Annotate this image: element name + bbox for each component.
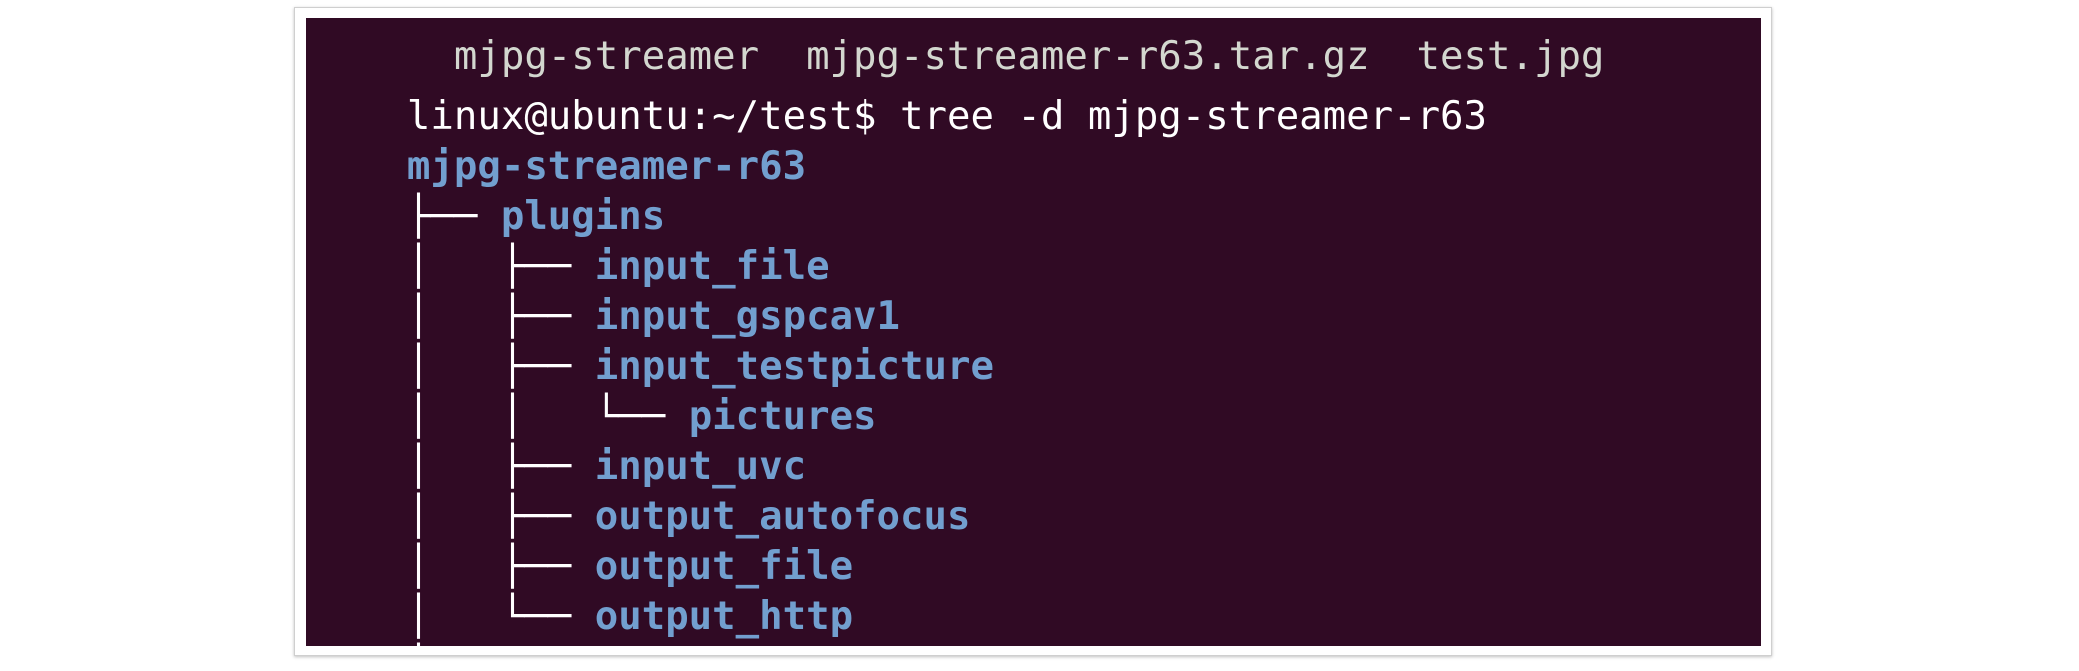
tree-row: └── www xyxy=(313,592,571,646)
previous-output-line: mjpg-streamer mjpg-streamer-r63.tar.gz t… xyxy=(406,34,1605,79)
tree-branch: └── xyxy=(407,644,501,646)
command-line: linux@ubuntu:~/test$ tree -d mjpg-stream… xyxy=(313,42,1487,139)
tree-row: │ └── output_http xyxy=(313,542,853,639)
tree-row: │ ├── input_testpicture xyxy=(313,292,994,389)
tree-row: │ ├── output_file xyxy=(313,492,853,589)
terminal-window[interactable]: mjpg-streamer mjpg-streamer-r63.tar.gz t… xyxy=(306,18,1761,646)
tree-row: │ ├── input_uvc xyxy=(313,392,806,489)
command-text: tree -d mjpg-streamer-r63 xyxy=(900,94,1488,139)
tree-row: │ ├── input_file xyxy=(313,192,830,289)
tree-row: │ ├── input_gspcav1 xyxy=(313,242,900,339)
tree-row: │ │ └── pictures xyxy=(313,342,877,439)
tree-row: ├── plugins xyxy=(313,142,665,239)
tree-row: │ ├── output_autofocus xyxy=(313,442,971,539)
directory-name: output_http xyxy=(594,594,854,639)
directory-name: www xyxy=(501,644,571,646)
tree-root: mjpg-streamer-r63 xyxy=(313,92,806,189)
